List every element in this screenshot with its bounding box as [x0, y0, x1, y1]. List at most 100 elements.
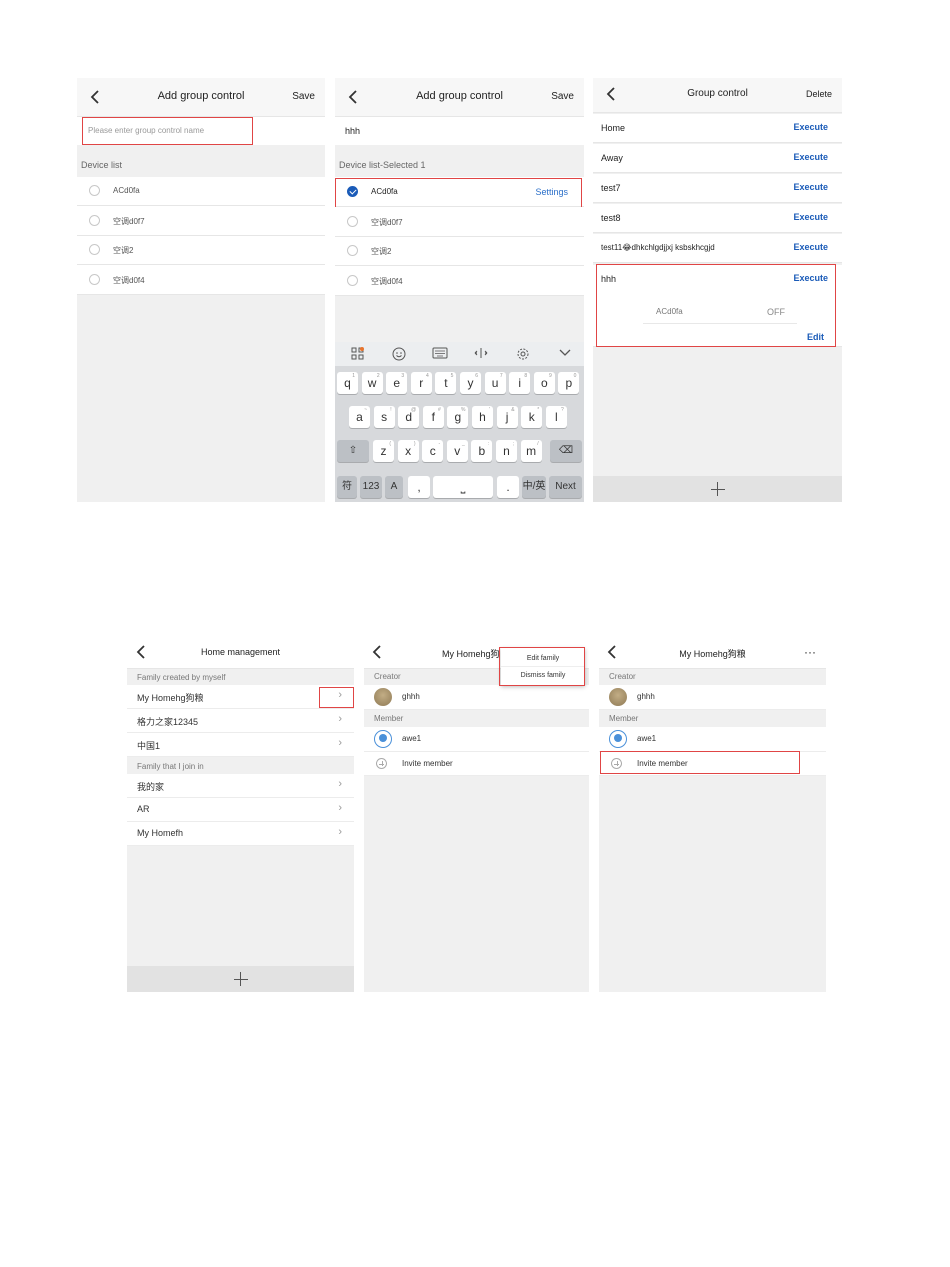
input-mode-key[interactable]: A	[385, 476, 403, 498]
device-row[interactable]: 空调d0f4	[77, 265, 325, 295]
member-row[interactable]: awe1	[599, 727, 826, 752]
add-icon[interactable]	[710, 482, 725, 496]
highlight-name-input	[82, 117, 253, 145]
key-c[interactable]: c-	[422, 440, 444, 462]
device-name: 空调2	[113, 246, 134, 255]
device-row[interactable]: ACd0fa	[77, 177, 325, 206]
emoji-icon[interactable]	[392, 347, 406, 364]
page-title: Add group control	[416, 90, 503, 102]
radio-unchecked[interactable]	[347, 275, 358, 286]
screen-group-control: Group control Delete Home Execute Away E…	[593, 78, 842, 502]
next-key[interactable]: Next	[549, 476, 582, 498]
avatar	[609, 688, 627, 706]
screen-family-detail-menu: My Homehg狗 Creator ghhh Member awe1 Invi…	[364, 638, 589, 992]
space-key[interactable]: ⎵	[433, 476, 493, 498]
highlight-invite-member	[600, 751, 800, 774]
key-l[interactable]: l?	[545, 406, 567, 428]
group-name: test7	[601, 183, 621, 193]
radio-unchecked[interactable]	[89, 274, 100, 285]
key-j[interactable]: j &	[496, 406, 518, 428]
group-name-input[interactable]: hhh	[335, 117, 584, 145]
radio-unchecked[interactable]	[89, 215, 100, 226]
member-label: Member	[609, 714, 639, 723]
key-e[interactable]: e3	[386, 372, 408, 394]
key-t[interactable]: t5	[435, 372, 457, 394]
key-u[interactable]: u7	[484, 372, 506, 394]
collapse-keyboard-icon[interactable]	[558, 347, 572, 362]
radio-unchecked[interactable]	[89, 185, 100, 196]
key-k[interactable]: k *	[521, 406, 543, 428]
invite-member-row[interactable]: Invite member	[364, 752, 589, 776]
back-icon[interactable]	[367, 641, 387, 663]
key-o[interactable]: o9	[533, 372, 555, 394]
family-row[interactable]: 我的家 ›	[127, 774, 354, 798]
family-row[interactable]: My Homefh ›	[127, 822, 354, 846]
radio-unchecked[interactable]	[347, 216, 358, 227]
key-r[interactable]: r4	[410, 372, 432, 394]
header: Home management	[127, 638, 354, 669]
group-row-away[interactable]: Away Execute	[593, 144, 842, 173]
invite-member-label: Invite member	[402, 759, 453, 768]
shift-key[interactable]: ⇧	[337, 440, 369, 462]
backspace-key[interactable]: ⌫	[550, 440, 582, 462]
chevron-right-icon[interactable]: ›	[338, 713, 342, 725]
execute-button[interactable]: Execute	[793, 242, 828, 252]
save-button[interactable]: Save	[551, 91, 574, 102]
add-icon[interactable]	[233, 972, 248, 986]
key-s[interactable]: s!	[373, 406, 395, 428]
device-row[interactable]: 空调d0f7	[335, 207, 584, 237]
key-n[interactable]: n;	[496, 440, 517, 462]
device-row[interactable]: 空调d0f4	[335, 266, 584, 296]
key-h[interactable]: h '	[472, 406, 493, 428]
key-w[interactable]: w2	[361, 372, 383, 394]
key-b[interactable]: b:	[471, 440, 493, 462]
chevron-right-icon[interactable]: ›	[338, 737, 342, 749]
family-row[interactable]: 格力之家12345 ›	[127, 709, 354, 733]
language-key[interactable]: 中/英	[522, 476, 546, 498]
member-row[interactable]: awe1	[364, 727, 589, 752]
key-i[interactable]: i8	[509, 372, 531, 394]
radio-unchecked[interactable]	[347, 245, 358, 256]
gear-icon[interactable]	[516, 347, 530, 364]
chevron-right-icon[interactable]: ›	[338, 778, 342, 790]
keyboard-icon[interactable]	[432, 347, 448, 362]
key-z[interactable]: z(	[373, 440, 394, 462]
member-name: awe1	[402, 734, 422, 743]
more-icon[interactable]: ···	[804, 645, 816, 659]
device-row[interactable]: 空调2	[77, 236, 325, 265]
device-row[interactable]: 空调2	[335, 237, 584, 266]
execute-button[interactable]: Execute	[793, 182, 828, 192]
cursor-move-icon[interactable]	[474, 347, 488, 362]
key-x[interactable]: x)	[397, 440, 419, 462]
key-f[interactable]: f #	[422, 406, 444, 428]
family-row[interactable]: AR ›	[127, 798, 354, 822]
key-m[interactable]: m /	[520, 440, 542, 462]
comma-key[interactable]: ,	[408, 476, 430, 498]
execute-button[interactable]: Execute	[793, 152, 828, 162]
save-button[interactable]: Save	[292, 91, 315, 102]
key-g[interactable]: g%	[447, 406, 469, 428]
device-row[interactable]: 空调d0f7	[77, 206, 325, 236]
execute-button[interactable]: Execute	[793, 212, 828, 222]
key-p[interactable]: p0	[558, 372, 580, 394]
chevron-right-icon[interactable]: ›	[338, 802, 342, 814]
group-row-test8[interactable]: test8 Execute	[593, 204, 842, 233]
key-a[interactable]: a ~	[349, 406, 370, 428]
device-name: 空调d0f4	[371, 277, 403, 286]
radio-unchecked[interactable]	[89, 244, 100, 255]
key-v[interactable]: v _	[446, 440, 468, 462]
family-row[interactable]: 中国1 ›	[127, 733, 354, 757]
execute-button[interactable]: Execute	[793, 122, 828, 132]
group-row-test11[interactable]: test11😂dhkchlgdjjxj ksbskhcgjd Execute	[593, 234, 842, 263]
key-d[interactable]: d @	[398, 406, 420, 428]
key-q[interactable]: q1	[337, 372, 358, 394]
grid-menu-icon[interactable]	[351, 347, 364, 363]
key-y[interactable]: y6	[460, 372, 481, 394]
group-row-home[interactable]: Home Execute	[593, 114, 842, 143]
chevron-right-icon[interactable]: ›	[338, 826, 342, 838]
symbol-key[interactable]: 符	[337, 476, 357, 498]
group-row-test7[interactable]: test7 Execute	[593, 174, 842, 203]
number-key[interactable]: 123	[360, 476, 382, 498]
period-key[interactable]: .	[497, 476, 519, 498]
delete-button[interactable]: Delete	[806, 89, 832, 99]
